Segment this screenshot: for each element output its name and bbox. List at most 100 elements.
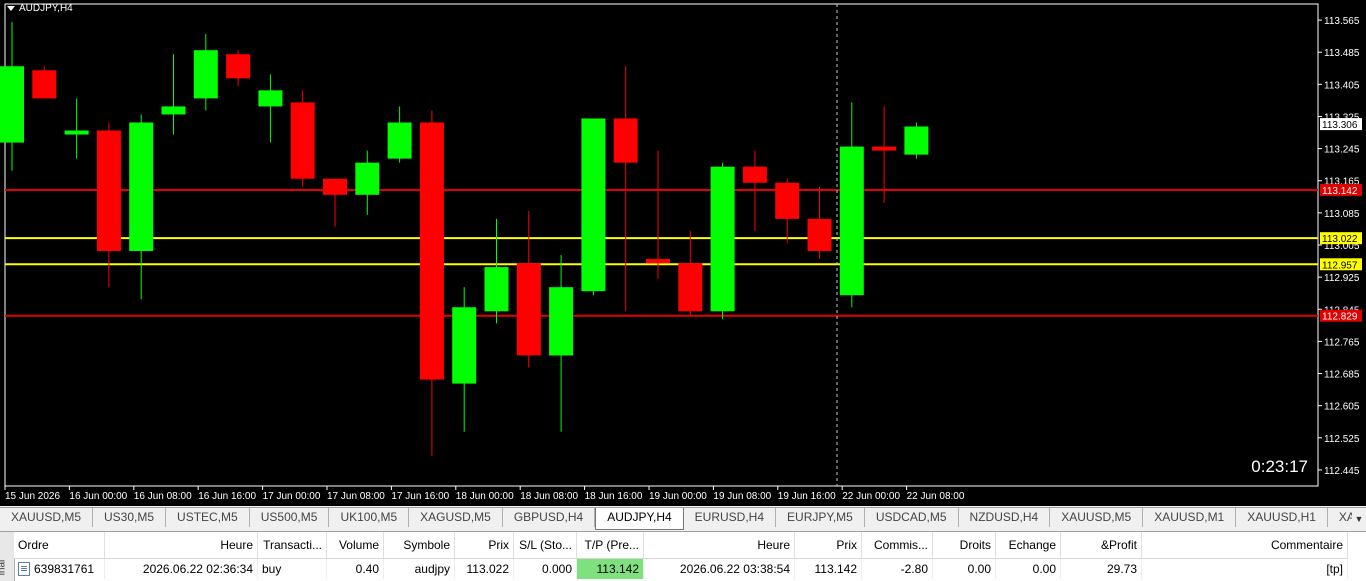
column-header[interactable]: Heure bbox=[104, 532, 258, 559]
column-header[interactable]: &Profit bbox=[1060, 532, 1142, 559]
candlestick-chart[interactable]: 113.565113.485113.405113.325113.245113.1… bbox=[0, 0, 1366, 506]
table-cell: 639831761 bbox=[14, 558, 105, 579]
chart-symbol-label: AUDJPY,H4 bbox=[19, 3, 73, 14]
chart-tab[interactable]: XAUUSD,M5 bbox=[0, 508, 94, 527]
candle-body bbox=[839, 146, 864, 296]
price-tick-label: 112.605 bbox=[1324, 402, 1360, 413]
chart-tab[interactable]: AUDJPY,H4 bbox=[595, 508, 684, 530]
table-cell: 113.022 bbox=[454, 558, 514, 579]
table-cell: [tp] bbox=[1141, 558, 1348, 579]
time-tick-label: 16 Jun 08:00 bbox=[134, 491, 192, 502]
table-cell: 2026.06.22 03:38:54 bbox=[643, 558, 795, 579]
column-header[interactable]: Droits bbox=[932, 532, 996, 559]
column-header[interactable]: Echange bbox=[995, 532, 1061, 559]
level-price-label: 112.829 bbox=[1322, 312, 1358, 323]
chart-tab[interactable]: GBPUSD,H4 bbox=[503, 508, 596, 527]
candle-body bbox=[32, 70, 57, 99]
table-cell: -2.80 bbox=[861, 558, 933, 579]
time-tick-label: 22 Jun 08:00 bbox=[907, 491, 965, 502]
terminal-side-tab[interactable]: inal bbox=[0, 532, 15, 581]
column-header[interactable]: Commentaire bbox=[1141, 532, 1348, 559]
candle-body bbox=[807, 218, 832, 252]
table-cell: 29.73 bbox=[1060, 558, 1142, 579]
candle-body bbox=[742, 166, 767, 183]
column-header[interactable]: Prix bbox=[794, 532, 862, 559]
column-header[interactable]: T/P (Pre... bbox=[576, 532, 644, 559]
candle-body bbox=[129, 122, 154, 252]
history-table: Ordre Heure Transacti... Volume Symbole Prix S… bbox=[14, 532, 1348, 579]
column-header[interactable]: Commis... bbox=[861, 532, 933, 559]
order-document-icon bbox=[18, 562, 30, 577]
table-cell: buy bbox=[257, 558, 327, 579]
candle-body bbox=[161, 106, 186, 115]
candle-body bbox=[387, 122, 412, 159]
column-header[interactable]: Volume bbox=[326, 532, 384, 559]
chart-tab[interactable]: US500,M5 bbox=[250, 508, 330, 527]
level-price-label: 112.957 bbox=[1322, 260, 1358, 271]
chart-tab[interactable]: US30,M5 bbox=[93, 508, 167, 527]
time-tick-label: 17 Jun 08:00 bbox=[327, 491, 385, 502]
time-tick-label: 15 Jun 2026 bbox=[5, 491, 60, 502]
column-header[interactable]: Prix bbox=[454, 532, 514, 559]
chart-tab[interactable]: USDCAD,M5 bbox=[865, 508, 959, 527]
time-tick-label: 19 Jun 08:00 bbox=[713, 491, 771, 502]
chart-tab[interactable]: USTEC,M5 bbox=[166, 508, 250, 527]
candle-body bbox=[419, 122, 444, 380]
chart-tab[interactable]: XAUUSD,H1 bbox=[1236, 508, 1328, 527]
candle-body bbox=[484, 267, 509, 312]
time-tick-label: 16 Jun 00:00 bbox=[69, 491, 127, 502]
chart-window[interactable]: 113.565 113.485 113.405 113.325 113.245 113.1… bbox=[0, 0, 1366, 506]
table-cell: 113.142 bbox=[576, 558, 644, 579]
chart-tab[interactable]: EURUSD,H4 bbox=[684, 508, 777, 527]
candle-body bbox=[613, 118, 638, 163]
time-tick-label: 19 Jun 16:00 bbox=[778, 491, 836, 502]
table-cell: 2026.06.22 02:36:34 bbox=[104, 558, 258, 579]
tab-scroll-down-icon[interactable]: ▼ bbox=[1352, 508, 1366, 530]
table-cell: 0.40 bbox=[326, 558, 384, 579]
candle-body bbox=[549, 287, 574, 356]
chart-tab-bar: XAUUSD,M5 US30,M5 USTEC,M5 US500,M5 UK100,M5… bbox=[0, 507, 1366, 531]
column-header[interactable]: Transacti... bbox=[257, 532, 327, 559]
table-cell: 0.000 bbox=[513, 558, 577, 579]
level-price-label: 113.142 bbox=[1322, 186, 1358, 197]
column-header[interactable]: S/L (Sto... bbox=[513, 532, 577, 559]
time-tick-label: 18 Jun 00:00 bbox=[456, 491, 514, 502]
candle-body bbox=[323, 178, 347, 195]
candle-body bbox=[775, 182, 800, 219]
time-tick-label: 17 Jun 16:00 bbox=[391, 491, 449, 502]
table-cell: 0.00 bbox=[995, 558, 1061, 579]
level-price-label: 113.022 bbox=[1322, 234, 1358, 245]
column-header[interactable]: Heure bbox=[643, 532, 795, 559]
candle-body bbox=[193, 50, 218, 99]
price-tick-label: 112.765 bbox=[1324, 337, 1360, 348]
candle-body bbox=[64, 130, 89, 135]
price-tick-label: 112.525 bbox=[1324, 434, 1360, 445]
candle-body bbox=[678, 263, 703, 312]
candle-body bbox=[355, 162, 380, 195]
candle-body bbox=[516, 263, 541, 356]
candle-body bbox=[581, 118, 606, 292]
time-tick-label: 19 Jun 00:00 bbox=[649, 491, 707, 502]
chart-tab[interactable]: NZDUSD,H4 bbox=[959, 508, 1051, 527]
price-tick-label: 113.485 bbox=[1324, 48, 1360, 59]
chart-tab[interactable]: EURJPY,M5 bbox=[776, 508, 865, 527]
chart-tab[interactable]: XAGUSD,M5 bbox=[409, 508, 503, 527]
candle-countdown-timer: 0:23:17 bbox=[1251, 457, 1308, 476]
table-row[interactable]: 639831761 2026.06.22 02:36:34 buy 0.40 audjp… bbox=[14, 558, 1348, 579]
chart-menu-triangle-icon[interactable] bbox=[7, 6, 15, 11]
terminal-side-label: inal bbox=[0, 559, 8, 576]
chart-title: AUDJPY,H4 bbox=[7, 3, 73, 14]
candle-body bbox=[226, 54, 251, 79]
price-tick-label: 113.085 bbox=[1324, 209, 1360, 220]
candle-body bbox=[96, 130, 121, 252]
chart-tab[interactable]: UK100,M5 bbox=[329, 508, 410, 527]
column-header[interactable]: Ordre bbox=[14, 532, 105, 559]
chart-tab[interactable]: XAUUSD,M5 bbox=[1050, 508, 1144, 527]
terminal-panel: inal Ordre Heure Transacti... Volume Symbole… bbox=[0, 531, 1366, 581]
chart-tab[interactable]: XAUUSD,M1 bbox=[1143, 508, 1237, 527]
price-tick-label: 112.445 bbox=[1324, 466, 1360, 477]
table-header-row: Ordre Heure Transacti... Volume Symbole Prix S… bbox=[14, 532, 1348, 559]
column-header[interactable]: Symbole bbox=[383, 532, 455, 559]
candle-body bbox=[258, 90, 283, 107]
time-tick-label: 17 Jun 00:00 bbox=[263, 491, 321, 502]
